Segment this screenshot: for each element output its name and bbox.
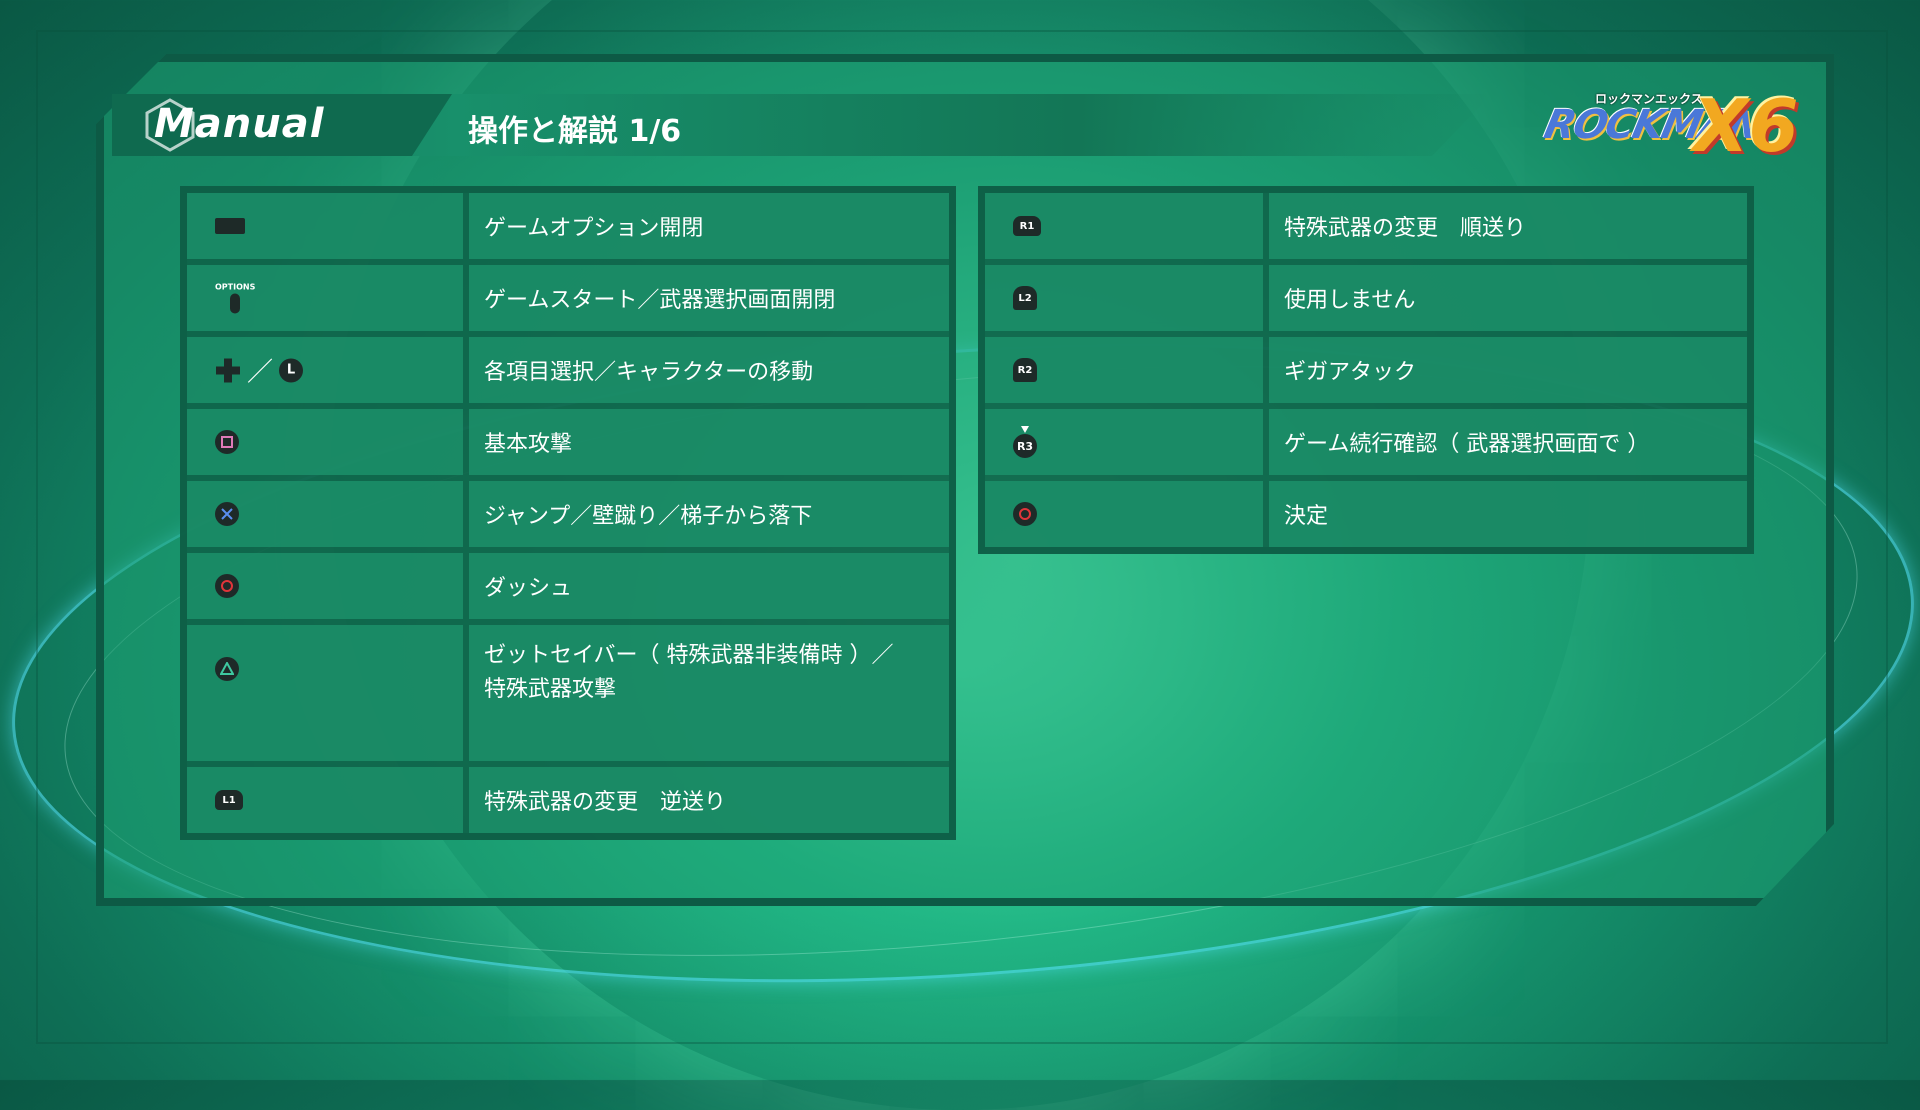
description-cell: ギガアタック <box>1269 337 1747 403</box>
icon-cell: L1 <box>187 767 463 833</box>
table-row: ゲームオプション開閉 <box>187 193 949 259</box>
table-row: ゼットセイバー（ 特殊武器非装備時 ）／ 特殊武器攻撃 <box>187 625 949 761</box>
table-row: OPTIONS ゲームスタート／武器選択画面開閉 <box>187 265 949 331</box>
r1-button-icon: R1 <box>1013 216 1041 236</box>
description-cell: ゼットセイバー（ 特殊武器非装備時 ）／ 特殊武器攻撃 <box>469 625 949 761</box>
table-row: R1 特殊武器の変更 順送り <box>985 193 1747 259</box>
icon-cell <box>187 193 463 259</box>
table-row: 基本攻撃 <box>187 409 949 475</box>
description-cell: ゲームオプション開閉 <box>469 193 949 259</box>
description-cell: ジャンプ／壁蹴り／梯子から落下 <box>469 481 949 547</box>
description-cell: ゲーム続行確認（ 武器選択画面で ） <box>1269 409 1747 475</box>
table-row: ダッシュ <box>187 553 949 619</box>
description-cell: ゲームスタート／武器選択画面開閉 <box>469 265 949 331</box>
description-line-1: ゼットセイバー（ 特殊武器非装備時 ）／ <box>484 643 894 668</box>
icon-cell <box>985 481 1263 547</box>
table-row: ／ L 各項目選択／キャラクターの移動 <box>187 337 949 403</box>
touchpad-icon <box>215 218 245 234</box>
press-arrow-icon <box>1021 426 1029 433</box>
description-line-2: 特殊武器攻撃 <box>484 677 617 702</box>
left-stick-icon: L <box>279 358 304 382</box>
table-row: R2 ギガアタック <box>985 337 1747 403</box>
l1-button-icon: L1 <box>215 790 243 810</box>
icon-cell: R1 <box>985 193 1263 259</box>
icon-cell: L2 <box>985 265 1263 331</box>
triangle-button-icon <box>215 657 239 681</box>
table-row: ジャンプ／壁蹴り／梯子から落下 <box>187 481 949 547</box>
r3-button-icon: R3 <box>1013 426 1037 458</box>
logo-x6: X6 <box>1693 84 1799 168</box>
description-cell: 基本攻撃 <box>469 409 949 475</box>
icon-cell: R3 <box>985 409 1263 475</box>
icon-cell: OPTIONS <box>187 265 463 331</box>
options-button-icon: OPTIONS <box>215 283 255 314</box>
icon-cell: ／ L <box>187 337 463 403</box>
table-row: 決定 <box>985 481 1747 547</box>
description-cell: 特殊武器の変更 順送り <box>1269 193 1747 259</box>
table-row: L1 特殊武器の変更 逆送り <box>187 767 949 833</box>
square-button-icon <box>215 430 239 454</box>
r2-button-icon: R2 <box>1013 358 1037 382</box>
l2-button-icon: L2 <box>1013 286 1037 310</box>
controls-table-left: ゲームオプション開閉 OPTIONS ゲームスタート／武器選択画面開閉 ／ L … <box>180 186 956 840</box>
icon-cell <box>187 481 463 547</box>
icon-cell <box>187 553 463 619</box>
separator-slash: ／ <box>247 357 274 388</box>
controls-table-right: R1 特殊武器の変更 順送り L2 使用しません R2 ギガアタック R3 ゲー… <box>978 186 1754 554</box>
description-cell: ダッシュ <box>469 553 949 619</box>
description-cell: 各項目選択／キャラクターの移動 <box>469 337 949 403</box>
options-label: OPTIONS <box>215 282 256 292</box>
table-row: L2 使用しません <box>985 265 1747 331</box>
page-title: 操作と解説 1/6 <box>468 114 682 149</box>
description-cell: 使用しません <box>1269 265 1747 331</box>
table-row: R3 ゲーム続行確認（ 武器選択画面で ） <box>985 409 1747 475</box>
manual-label: Manual <box>154 101 325 147</box>
r3-label: R3 <box>1013 434 1037 458</box>
circle-button-icon <box>215 574 239 598</box>
icon-cell <box>187 625 463 761</box>
description-cell: 決定 <box>1269 481 1747 547</box>
icon-cell <box>187 409 463 475</box>
description-cell: 特殊武器の変更 逆送り <box>469 767 949 833</box>
circle-button-icon <box>1013 502 1037 526</box>
cross-button-icon <box>215 502 239 526</box>
icon-cell: R2 <box>985 337 1263 403</box>
game-logo: ロックマンエックス ROCKMAN X6 <box>1525 84 1798 170</box>
dpad-icon <box>216 358 240 382</box>
